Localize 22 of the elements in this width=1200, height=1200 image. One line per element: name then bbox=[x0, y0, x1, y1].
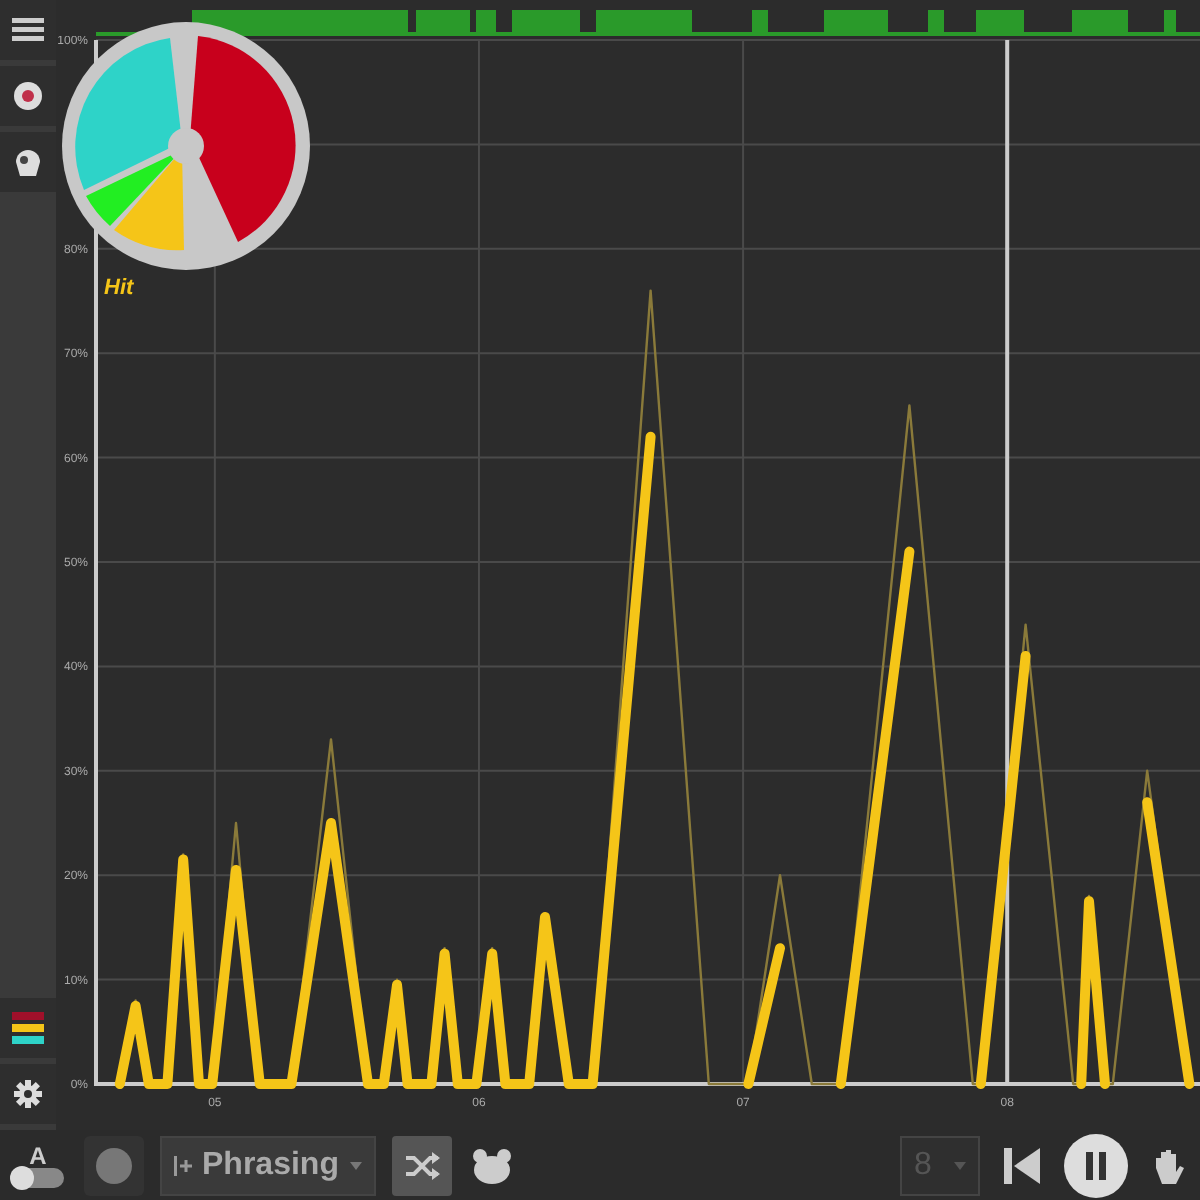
skip-back-icon bbox=[1004, 1147, 1040, 1183]
hand-icon bbox=[1152, 1147, 1184, 1183]
sticker-icon[interactable] bbox=[12, 148, 44, 176]
shuffle-icon bbox=[404, 1151, 440, 1179]
pause-button[interactable] bbox=[1064, 1133, 1128, 1197]
hit-label: Hit bbox=[104, 274, 134, 304]
shuffle-button[interactable] bbox=[392, 1135, 452, 1195]
pie-hub bbox=[168, 128, 204, 164]
record-icon[interactable] bbox=[14, 82, 42, 110]
mode-dropdown[interactable]: Phrasing bbox=[160, 1135, 376, 1195]
menu-icon[interactable] bbox=[12, 18, 44, 42]
circle-icon bbox=[96, 1147, 132, 1183]
caret-icon bbox=[350, 1161, 362, 1169]
pause-icon bbox=[1084, 1151, 1108, 1179]
caret-icon bbox=[954, 1161, 966, 1169]
color-bars-icon[interactable] bbox=[12, 1012, 44, 1044]
bear-icon bbox=[472, 1147, 512, 1183]
auto-toggle[interactable] bbox=[12, 1167, 64, 1187]
auto-label: A bbox=[29, 1143, 47, 1167]
settings-icon[interactable] bbox=[14, 1080, 42, 1108]
record-button[interactable] bbox=[84, 1135, 144, 1195]
phrase-icon bbox=[174, 1155, 194, 1175]
